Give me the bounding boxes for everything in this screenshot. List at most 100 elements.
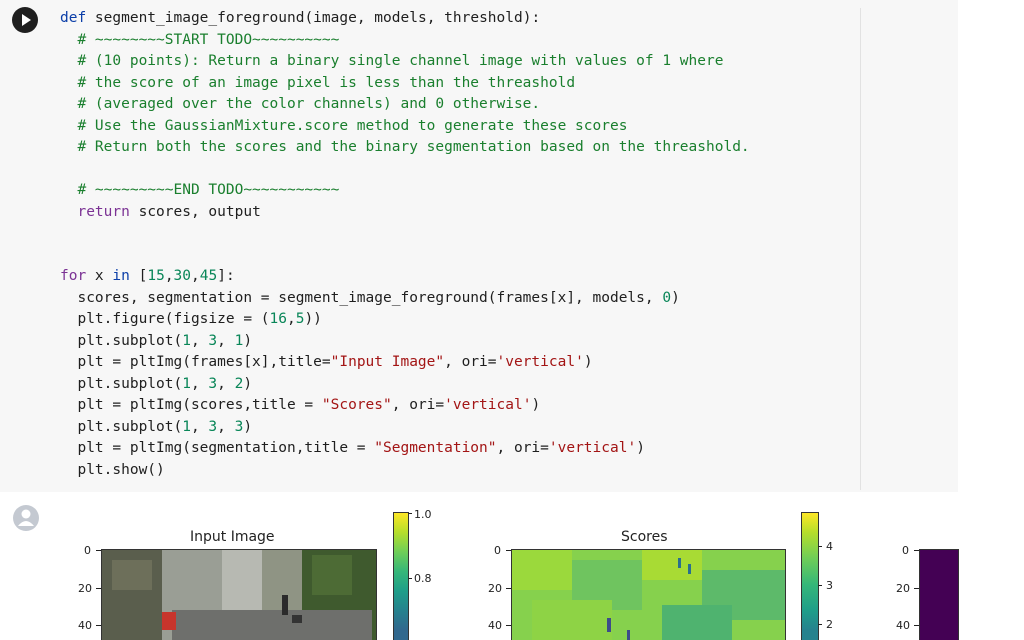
code-line[interactable]: return scores, output [60,202,750,224]
code-token: 16 [269,311,287,327]
code-token: 'vertical' [496,354,584,370]
cbar-tick-mark [408,513,412,514]
cbar-tick-mark [408,578,412,579]
code-line[interactable]: plt.figure(figsize = (16,5)) [60,309,750,331]
y-tick: 40 [488,619,502,632]
y-tick: 0 [902,544,909,557]
code-token: # the score of an image pixel is less th… [60,74,576,91]
code-token: scores, output [129,203,261,220]
code-line[interactable]: plt.subplot(1, 3, 2) [60,374,750,396]
code-token: 45 [199,268,218,284]
y-tick: 20 [488,582,502,595]
code-token: plt.figure(figsize = ( [60,311,270,327]
segmentation-image [919,549,959,640]
code-token: ) [243,375,253,392]
code-token: ) [636,440,645,456]
code-line[interactable]: # the score of an image pixel is less th… [60,73,750,95]
code-line[interactable]: # Use the GaussianMixture.score method t… [60,116,750,138]
code-line[interactable]: plt.subplot(1, 3, 1) [60,331,750,353]
code-token: "Scores" [321,397,392,413]
code-token: # Return both the scores and the binary … [60,139,750,155]
y-tick: 20 [896,582,910,595]
code-line[interactable] [60,223,750,245]
code-token: , [190,418,209,435]
cbar-tick: 3 [826,579,833,592]
code-token: plt.show() [60,461,165,478]
code-token: # ~~~~~~~~~END TODO~~~~~~~~~~~ [60,182,340,198]
y-tick: 20 [78,582,92,595]
code-line[interactable]: # (averaged over the color channels) and… [60,94,750,116]
code-token: image [313,10,357,26]
code-token: return [77,203,130,220]
cell-divider [860,8,861,490]
code-line[interactable]: plt = pltImg(scores,title = "Scores", or… [60,395,750,417]
code-token: ( [304,10,314,26]
code-line[interactable]: scores, segmentation = segment_image_for… [60,288,750,310]
code-token: for [60,268,87,284]
code-token: [ [129,268,148,284]
code-token: 3 [208,332,218,349]
plot-title-scores: Scores [621,529,668,545]
code-token: , [164,268,174,284]
y-tick: 0 [494,544,501,557]
code-token: ) [531,397,541,413]
scores-heatmap [512,550,785,640]
code-token: 1 [182,332,191,349]
code-token: , [356,10,375,26]
code-cell[interactable]: def segment_image_foreground(image, mode… [0,0,958,492]
code-line[interactable]: plt = pltImg(frames[x],title="Input Imag… [60,352,750,374]
scores-image [511,549,786,640]
code-token: 1 [182,375,191,392]
code-token: , [217,375,235,392]
code-token: , [190,332,209,349]
code-token: ]: [217,268,235,284]
code-token: ) [243,418,253,435]
code-line[interactable]: for x in [15,30,45]: [60,266,750,288]
code-line[interactable]: def segment_image_foreground(image, mode… [60,8,750,30]
cbar-tick: 0.8 [414,572,432,585]
code-token: , [217,332,235,349]
cbar-tick: 1.0 [414,508,432,521]
code-token: ) [583,354,593,370]
code-token: 3 [208,418,218,435]
cell-output: Input Image 0 20 40 1.0 0.8 Scores 0 20 … [0,492,1024,640]
code-token: def [60,10,95,26]
code-token: plt = pltImg(scores,title = [60,397,322,413]
plot-title-input-image: Input Image [190,529,275,545]
code-token: plt = pltImg(segmentation,title = [60,440,375,456]
code-token: threshold [444,10,523,26]
code-line[interactable]: plt.subplot(1, 3, 3) [60,417,750,439]
code-line[interactable]: # Return both the scores and the binary … [60,137,750,159]
code-line[interactable]: # ~~~~~~~~~END TODO~~~~~~~~~~~ [60,180,750,202]
code-token: x [86,268,113,284]
code-token: "Segmentation" [374,440,497,456]
code-line[interactable]: plt = pltImg(segmentation,title = "Segme… [60,438,750,460]
colorbar-input-image [393,512,409,640]
output-avatar-icon [13,505,39,531]
code-line[interactable]: plt.show() [60,460,750,482]
code-line[interactable] [60,159,750,181]
code-line[interactable]: # ~~~~~~~~START TODO~~~~~~~~~~ [60,30,750,52]
code-token: # (10 points): Return a binary single ch… [60,53,724,69]
code-token: segment_image_foreground [94,10,305,26]
code-token: )) [304,311,322,327]
code-token: , [191,268,200,284]
code-token: , [217,418,235,435]
code-token: 0 [662,289,672,306]
code-token: ) [243,332,253,349]
code-token: scores, segmentation = segment_image_for… [60,289,663,306]
cbar-tick-mark [818,585,822,586]
cbar-tick-mark [818,624,822,625]
run-cell-button[interactable] [12,7,38,33]
code-token: # (averaged over the color channels) and… [60,96,541,112]
code-editor[interactable]: def segment_image_foreground(image, mode… [60,8,750,481]
code-token: plt.subplot( [60,332,183,349]
y-tick: 40 [896,619,910,632]
code-token: plt = pltImg(frames[x],title= [60,354,331,370]
code-token: , ori= [391,397,445,413]
code-line[interactable] [60,245,750,267]
code-line[interactable]: # (10 points): Return a binary single ch… [60,51,750,73]
code-token: , ori= [444,354,497,370]
y-tick: 0 [84,544,91,557]
